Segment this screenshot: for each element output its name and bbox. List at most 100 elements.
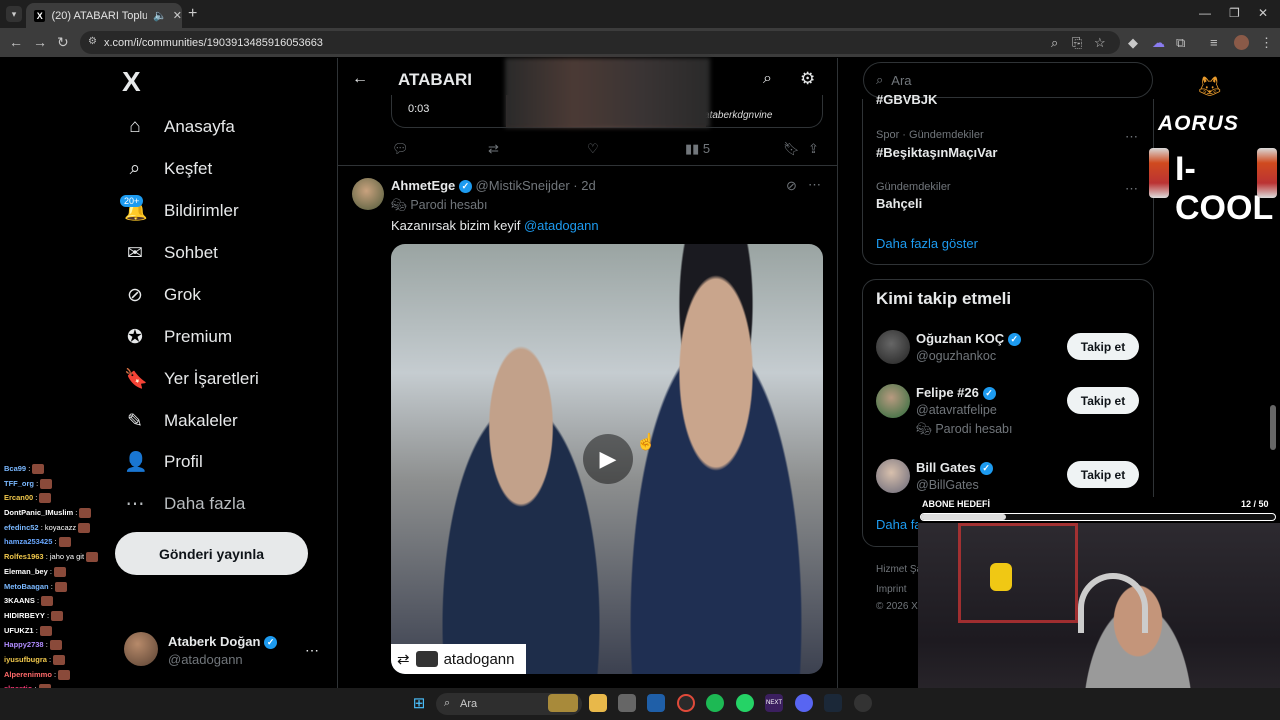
post-button[interactable]: Gönderi yayınla — [115, 532, 308, 575]
discord-icon[interactable] — [795, 694, 813, 712]
tab-search-icon[interactable]: ▾ — [6, 6, 22, 22]
repost-icon[interactable]: ⇄ — [488, 141, 499, 157]
nav-item-home[interactable]: ⌂ Anasayfa — [124, 112, 235, 142]
gear-icon[interactable]: ⚙ — [800, 69, 815, 89]
like-icon[interactable]: ♡ — [587, 141, 599, 157]
nav-item-bookmarks[interactable]: 🔖 Yer İşaretleri — [124, 364, 259, 394]
reload-icon[interactable]: ↻ — [57, 34, 69, 51]
reply-icon[interactable]: 💬︎ — [392, 141, 409, 157]
obs-icon[interactable] — [854, 694, 872, 712]
url-field[interactable]: x.com/i/communities/1903913485916053663 — [80, 31, 1120, 54]
show-more-link[interactable]: Daha fazla göster — [876, 236, 978, 251]
widget-icon[interactable] — [548, 694, 578, 712]
mail-icon: ✉ — [127, 242, 143, 264]
account-more-icon[interactable]: ⋯ — [305, 642, 319, 659]
nav-item-more[interactable]: ⋯ Daha fazla — [124, 489, 246, 519]
chat-text: : — [46, 610, 50, 620]
trend-item[interactable]: Bahçeli — [876, 196, 922, 211]
emote-icon — [41, 596, 54, 607]
mask-icon: 🎭︎ — [391, 198, 411, 212]
post-video[interactable]: ▶ ⇄ atadogann — [391, 244, 823, 674]
trend-more-icon[interactable]: ⋯ — [1125, 129, 1138, 145]
chat-message: 3KAANS : — [4, 594, 114, 609]
avatar[interactable] — [876, 330, 910, 364]
reading-list-icon[interactable]: ≡ — [1210, 35, 1218, 50]
extension-diamond-icon[interactable]: ◆ — [1128, 35, 1138, 51]
follow-button[interactable]: Takip et — [1067, 387, 1139, 414]
bookmark-icon[interactable]: 🔖︎ — [783, 141, 800, 157]
verified-badge-icon: ✓ — [458, 180, 472, 194]
show-more-link[interactable]: Daha fa — [876, 517, 922, 532]
profile-name: Ataberk Doğan — [168, 634, 261, 649]
maximize-icon[interactable]: ❐ — [1229, 6, 1240, 20]
share-icon[interactable]: ⇪ — [808, 141, 819, 157]
chat-text: : — [49, 654, 52, 664]
speaker-icon[interactable]: 🔈 — [153, 9, 167, 22]
views-stat[interactable]: ▮▮ 5 — [685, 141, 710, 157]
profile-icon[interactable] — [1234, 35, 1249, 50]
folder-icon[interactable] — [589, 694, 607, 712]
suggested-user-name-row[interactable]: Oğuzhan KOÇ ✓ — [916, 331, 1021, 347]
zoom-icon[interactable]: ⌕ — [1051, 35, 1058, 51]
store-icon[interactable] — [618, 694, 636, 712]
post-handle[interactable]: @MistikSneijder — [476, 178, 570, 193]
nav-item-articles[interactable]: ✎ Makaleler — [124, 406, 238, 436]
follow-button[interactable]: Takip et — [1067, 333, 1139, 360]
post-author[interactable]: AhmetEge — [391, 178, 455, 193]
grok-icon[interactable]: ⊘ — [786, 178, 797, 194]
close-window-icon[interactable]: ✕ — [1258, 6, 1268, 20]
nav-item-chat[interactable]: ✉ Sohbet — [124, 238, 218, 268]
chrome-icon[interactable] — [677, 694, 695, 712]
nav-item-explore[interactable]: ⌕ Keşfet — [124, 154, 213, 184]
nav-item-premium[interactable]: ✪ Premium — [124, 322, 232, 352]
verified-badge-icon: ✓ — [982, 387, 996, 401]
whatsapp-icon[interactable] — [736, 694, 754, 712]
close-tab-icon[interactable]: ✕ — [173, 9, 182, 22]
extensions-icon[interactable]: ⧉ — [1176, 35, 1185, 51]
site-info-icon[interactable]: ⚙ — [88, 36, 97, 47]
more-icon[interactable]: ⋯ — [808, 177, 821, 193]
menu-icon[interactable]: ⋮ — [1260, 35, 1273, 51]
avatar[interactable] — [876, 459, 910, 493]
back-icon[interactable]: ← — [9, 34, 23, 50]
url-text: x.com/i/communities/1903913485916053663 — [104, 36, 323, 49]
outlook-icon[interactable] — [647, 694, 665, 712]
trend-more-icon[interactable]: ⋯ — [1125, 181, 1138, 197]
bookmark-star-icon[interactable]: ☆ — [1094, 35, 1106, 51]
account-switcher[interactable] — [124, 632, 158, 666]
extension-cloud-icon[interactable]: ☁ — [1152, 35, 1165, 51]
suggested-user-handle: @oguzhankoc — [916, 349, 997, 363]
install-icon[interactable]: ⎘ — [1072, 35, 1082, 51]
next-icon[interactable]: NEXT — [765, 694, 783, 712]
search-icon[interactable]: ⌕ — [763, 70, 772, 88]
chat-message: Ercan00 : — [4, 491, 114, 506]
trend-partial[interactable]: #GBVBJK — [876, 92, 937, 106]
spotify-icon[interactable] — [706, 694, 724, 712]
play-icon[interactable]: ▶ — [583, 434, 633, 484]
repost-tag-icon: ⇄ — [397, 651, 410, 668]
x-logo[interactable]: X — [122, 66, 141, 98]
back-arrow-icon[interactable]: ← — [352, 70, 368, 88]
trend-item[interactable]: #BeşiktaşınMaçıVar — [876, 145, 997, 160]
new-tab-icon[interactable]: + — [188, 5, 197, 23]
windows-start-icon[interactable]: ⊞ — [410, 694, 428, 712]
chat-text: : — [36, 596, 40, 606]
suggested-user-name-row[interactable]: Felipe #26 ✓ — [916, 385, 996, 401]
chat-text: : — [49, 566, 52, 576]
footer-link[interactable]: Imprint — [876, 584, 907, 595]
search-icon: ⌕ — [129, 158, 141, 179]
suggested-user-name-row[interactable]: Bill Gates ✓ — [916, 460, 993, 476]
forward-icon[interactable]: → — [33, 34, 47, 50]
mention-link[interactable]: @atadogann — [524, 218, 599, 233]
nav-item-profile[interactable]: 👤 Profil — [124, 447, 203, 477]
browser-tab[interactable]: X (20) ATABARI Topluluk / X 🔈 ✕ — [26, 3, 182, 28]
post-time[interactable]: 2d — [581, 178, 595, 193]
minimize-icon[interactable]: — — [1199, 6, 1211, 20]
scrollbar[interactable] — [1270, 405, 1276, 450]
avatar[interactable] — [876, 384, 910, 418]
follow-button[interactable]: Takip et — [1067, 461, 1139, 488]
steam-icon[interactable] — [824, 694, 842, 712]
avatar[interactable] — [352, 178, 384, 210]
nav-item-grok[interactable]: ⊘ Grok — [124, 280, 201, 310]
chat-message: iyusufbugra : — [4, 653, 114, 668]
